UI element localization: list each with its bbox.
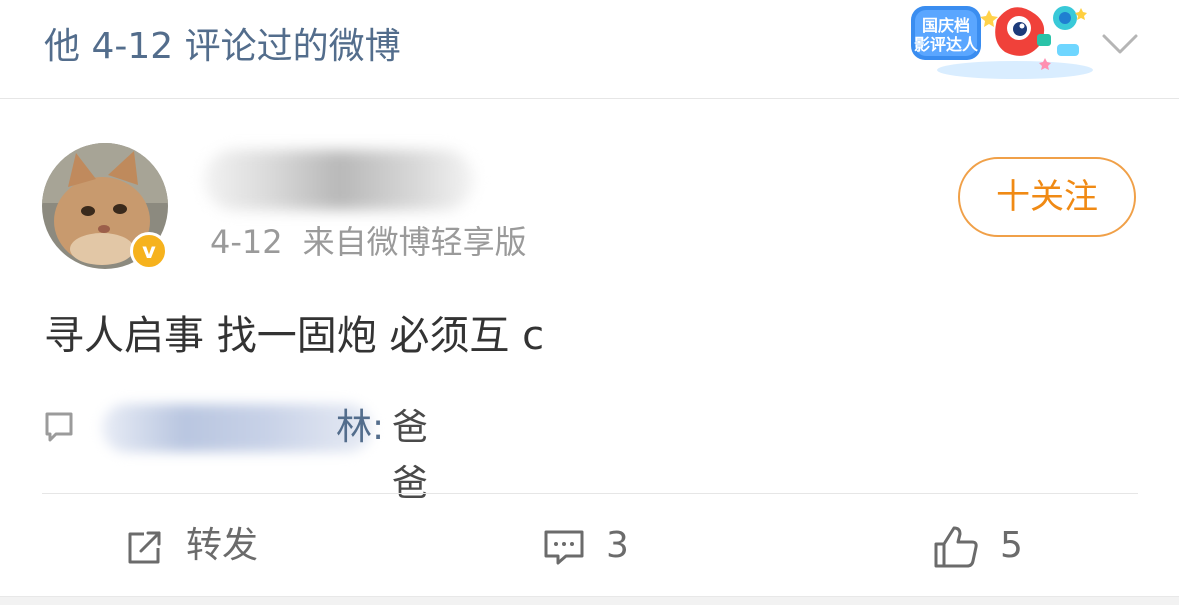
page-title: 他 4-12 评论过的微博	[44, 26, 401, 67]
comment-username-blurred	[102, 404, 372, 452]
badge-line1: 国庆档	[922, 16, 970, 35]
comment-colon: :	[372, 407, 385, 448]
post-source: 来自微博轻享版	[302, 223, 527, 261]
comment-button[interactable]: 3	[542, 518, 662, 574]
follow-button[interactable]: 十关注	[958, 157, 1136, 237]
repost-label: 转发	[186, 525, 259, 566]
thumbs-up-icon	[934, 526, 978, 568]
like-button[interactable]: 5	[932, 518, 1052, 574]
chevron-down-icon[interactable]	[1100, 26, 1140, 62]
post-meta: 4-12 来自微博轻享版	[210, 220, 527, 264]
page-header: 他 4-12 评论过的微博 国庆档 影评达人	[0, 0, 1179, 99]
comment-count: 3	[606, 525, 629, 566]
verified-badge: v	[130, 232, 168, 270]
username-blurred[interactable]	[204, 150, 474, 210]
post-time: 4-12	[210, 223, 283, 261]
post-text[interactable]: 寻人启事 找一固炮 必须互 c	[44, 308, 544, 364]
badge-line2: 影评达人	[914, 35, 979, 54]
comment-icon	[544, 530, 584, 565]
like-count: 5	[1000, 525, 1023, 566]
repost-button[interactable]: 转发	[122, 518, 302, 574]
comment-bubble-icon	[45, 412, 73, 442]
repost-icon	[128, 531, 161, 564]
movie-critic-badge[interactable]: 国庆档 影评达人	[905, 0, 1095, 82]
divider	[42, 493, 1138, 494]
comment-username-tail: 林	[336, 407, 373, 448]
badge-art-icon: 国庆档 影评达人	[911, 6, 1093, 79]
comment-text: 爸爸	[392, 407, 429, 504]
